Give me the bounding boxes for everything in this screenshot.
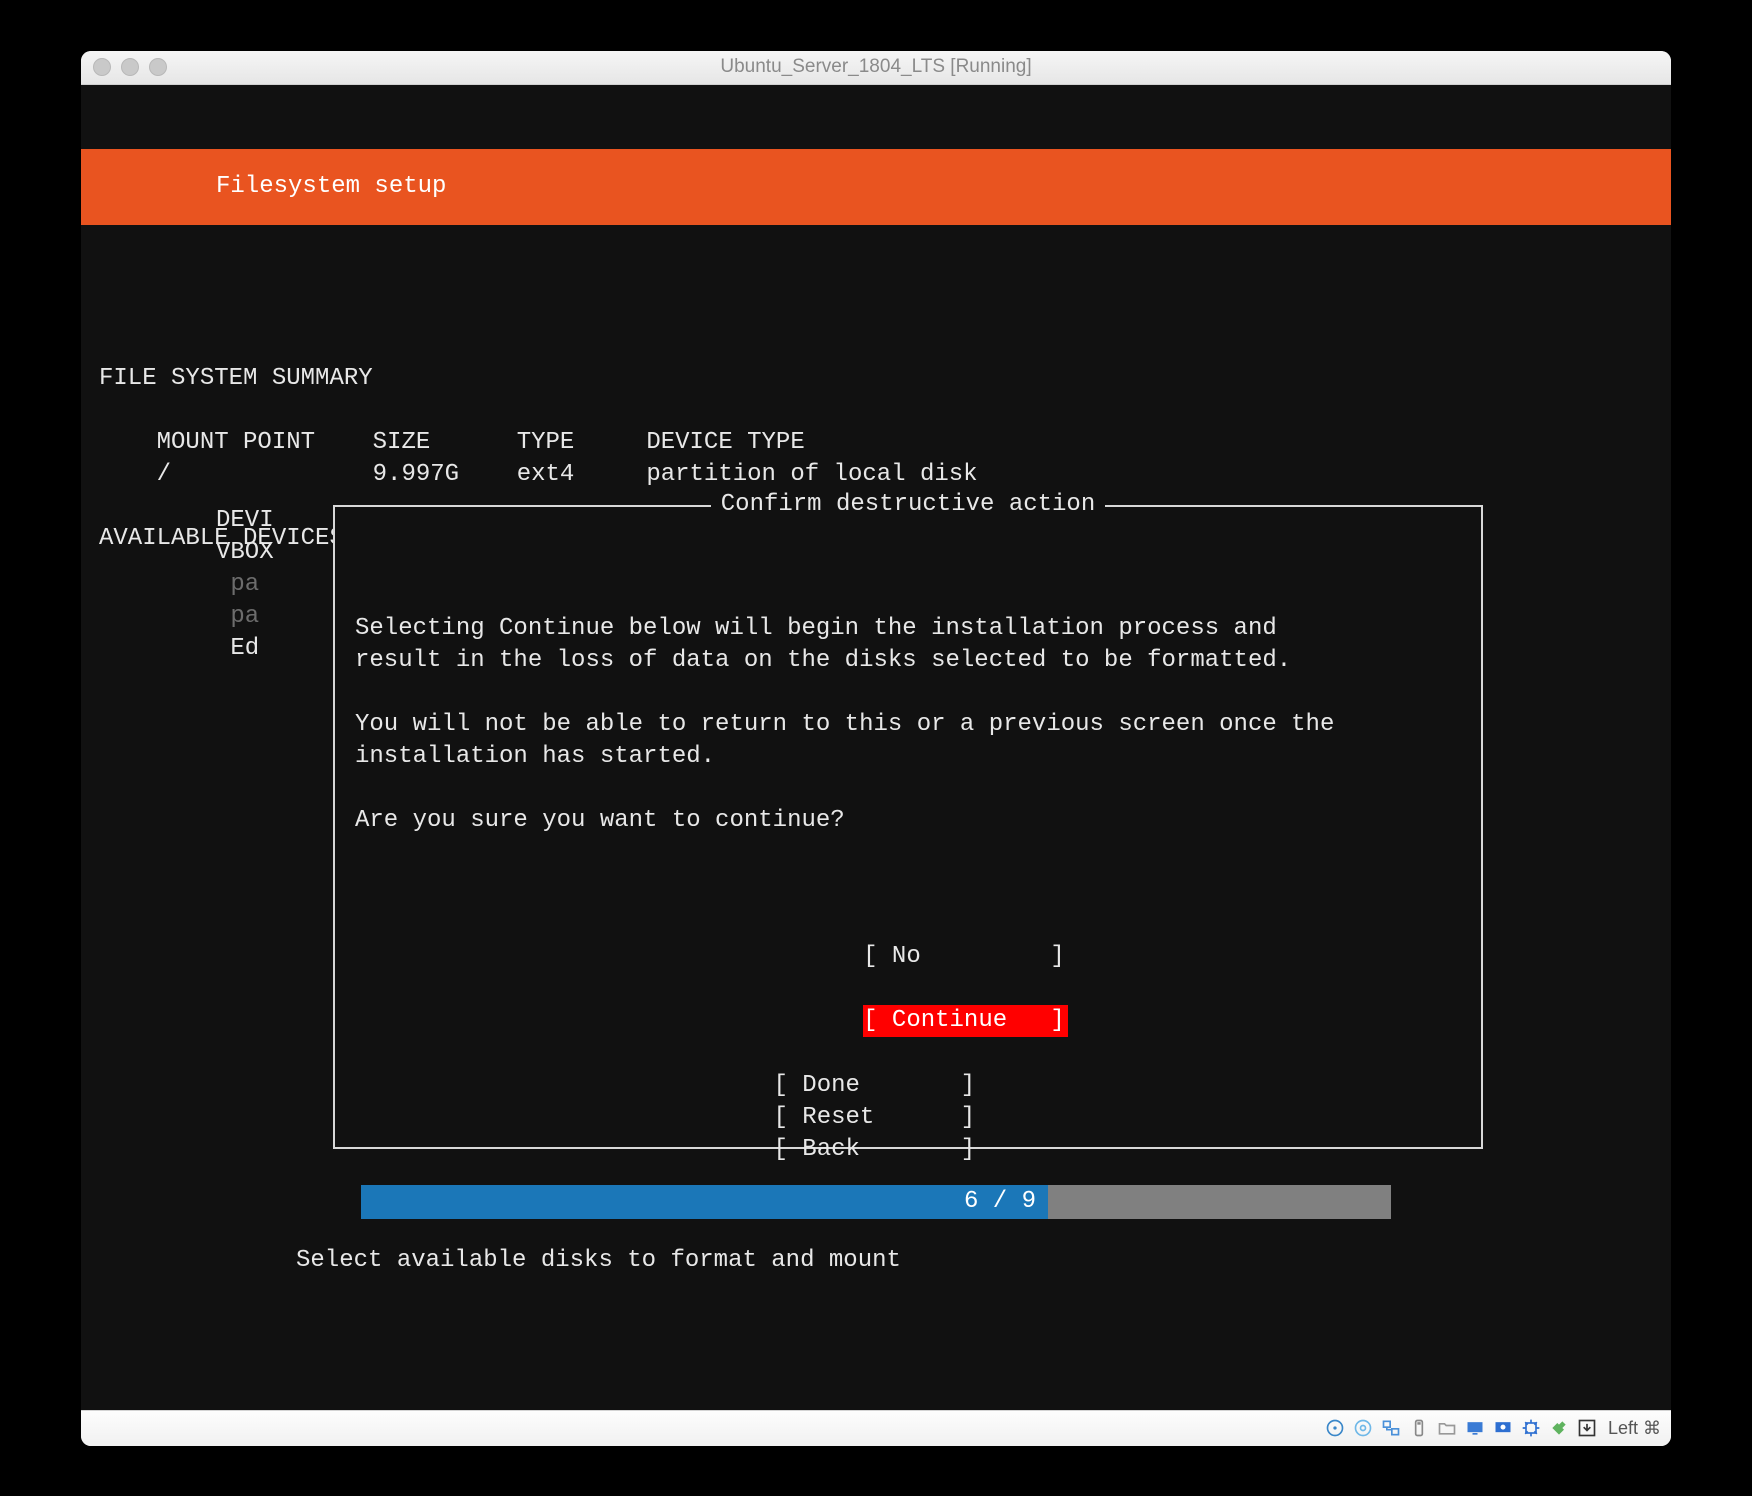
continue-button[interactable]: [ Continue ] [863,1005,1068,1037]
mouse-integration-icon[interactable] [1548,1417,1570,1439]
row-devtype: partition of local disk [646,461,977,488]
reset-button[interactable]: [ Reset ] [774,1102,979,1134]
dialog-p3: You will not be able to return to this o… [355,711,1334,738]
recording-icon[interactable] [1492,1417,1514,1439]
display-icon[interactable] [1464,1417,1486,1439]
progress-rest [1048,1185,1391,1219]
keyboard-capture-icon[interactable] [1576,1417,1598,1439]
back-button[interactable]: [ Back ] [774,1134,979,1166]
progress-fill: 6 / 9 [361,1185,1048,1219]
network-icon[interactable] [1380,1417,1402,1439]
footer-hint: Select available disks to format and mou… [81,1245,1671,1277]
shared-folder-icon[interactable] [1436,1417,1458,1439]
col-devtype: DEVICE TYPE [646,429,804,456]
dialog-p4: installation has started. [355,743,715,770]
row-mount: / [157,461,171,488]
dev-l1: DEVI [216,507,274,534]
optical-icon[interactable] [1352,1417,1374,1439]
progress-bar: 6 / 9 [81,1185,1671,1219]
cpu-icon[interactable] [1520,1417,1542,1439]
titlebar: Ubuntu_Server_1804_LTS [Running] [81,51,1671,85]
col-mount: MOUNT POINT [157,429,315,456]
guest-display: Filesystem setup FILE SYSTEM SUMMARY MOU… [81,85,1671,1410]
dev-l3: pa [230,571,259,598]
no-button[interactable]: [ No ] [863,941,1068,973]
dev-l5: Ed [230,635,259,662]
row-type: ext4 [517,461,575,488]
dialog-p1: Selecting Continue below will begin the … [355,615,1277,642]
usb-icon[interactable] [1408,1417,1430,1439]
summary-heading: FILE SYSTEM SUMMARY [99,365,373,392]
device-column: DEVI VBOX pa pa Ed [216,505,274,665]
vm-window: Ubuntu_Server_1804_LTS [Running] Filesys… [81,51,1671,1446]
dialog-title: Confirm destructive action [335,489,1481,521]
bottom-actions: [ Done ] [ Reset ] [ Back ] [81,1070,1671,1166]
dialog-p2: result in the loss of data on the disks … [355,647,1291,674]
dialog-p5: Are you sure you want to continue? [355,807,845,834]
page-title: Filesystem setup [216,173,446,200]
progress-label: 6 / 9 [964,1188,1036,1215]
col-size: SIZE [373,429,431,456]
col-type: TYPE [517,429,575,456]
dev-l4: pa [230,603,259,630]
confirm-dialog: Confirm destructive action Selecting Con… [333,505,1483,1149]
dialog-body: Selecting Continue below will begin the … [355,581,1461,837]
page-header: Filesystem setup [81,149,1671,225]
vm-status-bar: Left ⌘ [81,1410,1671,1446]
host-key-label: Left ⌘ [1608,1418,1661,1439]
harddisk-icon[interactable] [1324,1417,1346,1439]
dev-l2: VBOX [216,539,274,566]
row-size: 9.997G [373,461,459,488]
done-button[interactable]: [ Done ] [774,1070,979,1102]
window-title: Ubuntu_Server_1804_LTS [Running] [81,56,1671,78]
